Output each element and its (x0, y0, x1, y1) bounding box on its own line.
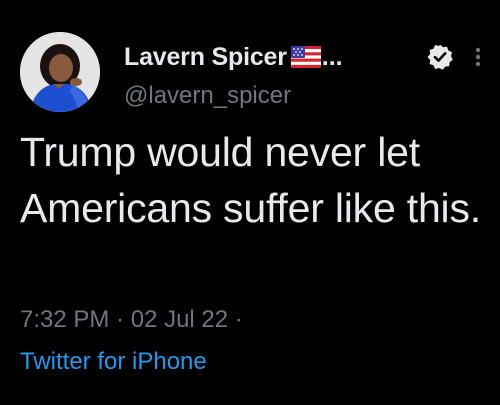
name-truncation: ... (321, 42, 343, 71)
tweet-metadata: 7:32 PM · 02 Jul 22 · (20, 306, 243, 334)
author-handle[interactable]: @lavern_spicer (124, 82, 291, 110)
avatar[interactable] (20, 32, 100, 112)
author-name-row[interactable]: Lavern Spicer ... (124, 40, 343, 74)
verified-badge-icon[interactable] (426, 43, 454, 71)
meta-separator: · (228, 306, 243, 333)
meta-separator: · (109, 306, 131, 333)
tweet-text: Trump would never let Americans suffer l… (20, 129, 481, 231)
more-options-icon[interactable] (470, 43, 486, 71)
tweet-time[interactable]: 7:32 PM (20, 306, 109, 333)
avatar-photo (20, 32, 100, 112)
tweet-date[interactable]: 02 Jul 22 (131, 306, 228, 333)
us-flag-icon (290, 46, 321, 68)
tweet-card: Lavern Spicer ... @lavern_spicer Trump w… (0, 0, 500, 405)
author-display-name[interactable]: Lavern Spicer (124, 43, 287, 72)
tweet-source-link[interactable]: Twitter for iPhone (20, 348, 207, 376)
